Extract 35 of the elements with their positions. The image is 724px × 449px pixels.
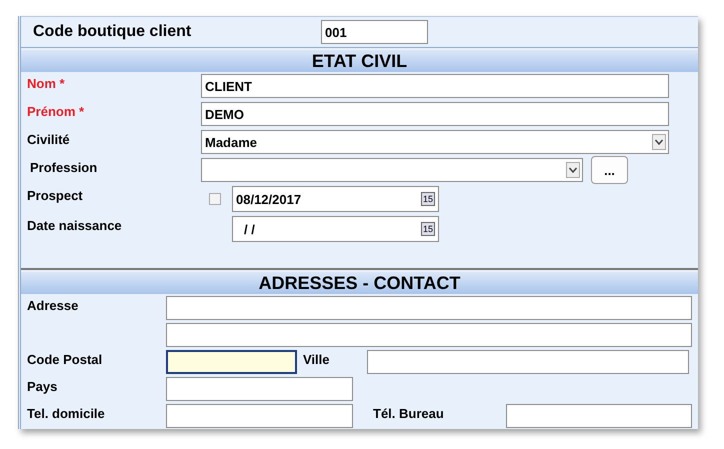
date-field[interactable]: 08/12/2017 15 <box>232 186 439 212</box>
field-label: Profession <box>30 159 98 175</box>
browse-button[interactable]: ... <box>591 156 628 184</box>
dropdown[interactable]: Madame <box>201 130 669 154</box>
chevron-down-icon <box>652 134 666 150</box>
field-label: Code boutique client <box>33 23 192 41</box>
field-label: Civilité <box>27 131 71 147</box>
calendar-button[interactable]: 15 <box>420 222 435 236</box>
input-field[interactable] <box>506 404 692 428</box>
input-field[interactable] <box>166 350 297 374</box>
chevron-down-icon <box>566 162 580 178</box>
field-label: Tel. domicile <box>27 405 106 421</box>
field-label: Date naissance <box>27 217 123 233</box>
section-header: ETAT CIVIL <box>21 50 698 72</box>
field-label: Code Postal <box>27 351 104 367</box>
field-label: Prénom * <box>27 103 86 119</box>
checkbox[interactable] <box>209 193 221 205</box>
input-field[interactable] <box>166 376 353 400</box>
dropdown[interactable] <box>201 158 583 182</box>
field-label: Nom * <box>27 75 66 91</box>
calendar-button[interactable]: 15 <box>420 192 435 206</box>
date-field[interactable]: / / 15 <box>232 216 439 242</box>
field-label: Adresse <box>27 297 80 313</box>
field-label: Ville <box>303 351 331 367</box>
field-label: Tél. Bureau <box>373 405 445 421</box>
field-label: Prospect <box>27 187 84 203</box>
input-field[interactable]: CLIENT <box>201 74 669 98</box>
field-label: Pays <box>27 378 58 394</box>
input-field[interactable] <box>166 296 692 320</box>
input-field[interactable] <box>166 404 353 428</box>
input-field[interactable] <box>367 350 689 374</box>
section-header: ADRESSES - CONTACT <box>21 272 698 294</box>
input-field[interactable]: DEMO <box>201 102 669 126</box>
input-field[interactable]: 001 <box>321 20 428 44</box>
input-field[interactable] <box>166 322 692 346</box>
